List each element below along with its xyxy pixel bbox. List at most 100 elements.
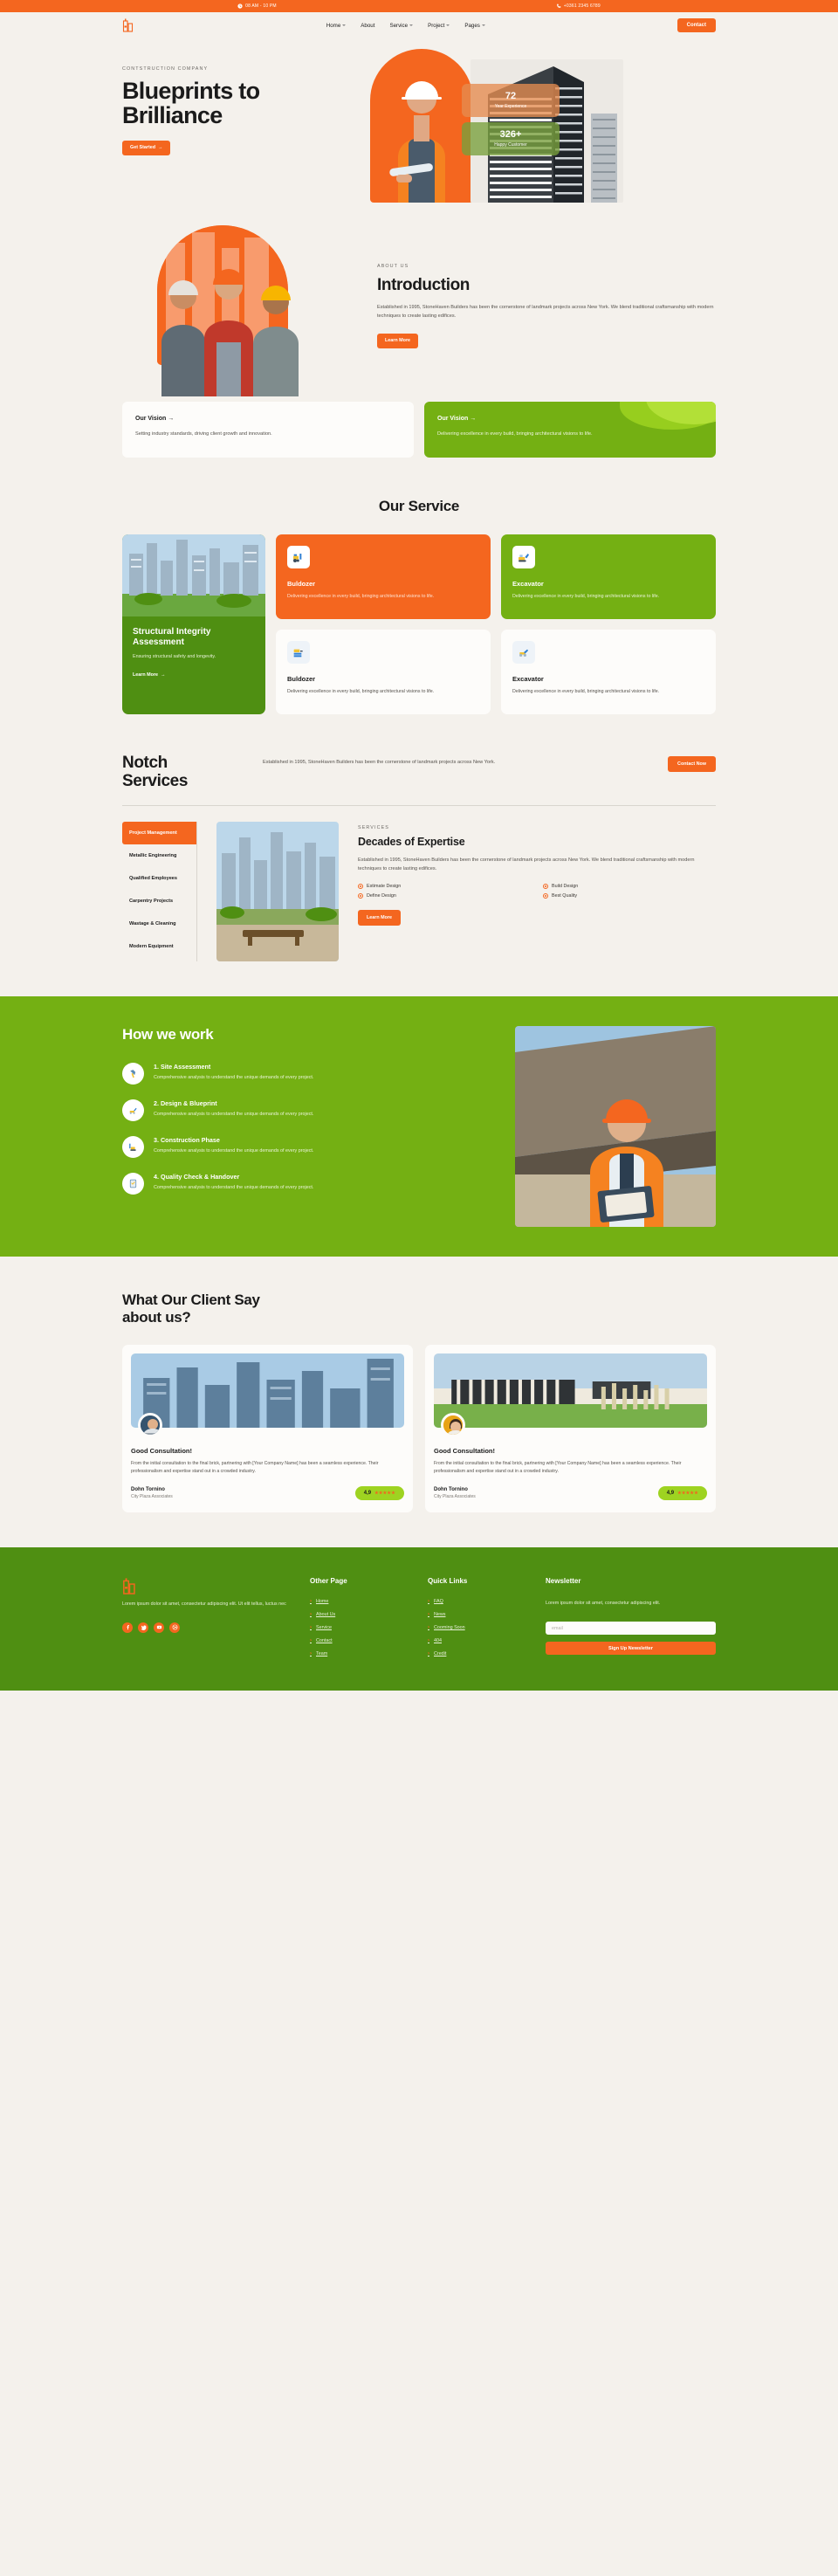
tab-project-management[interactable]: Project Management (122, 821, 196, 844)
hero-visual: 72 Year Experience 326+ Happy Customer (361, 47, 623, 204)
footer-link-team[interactable]: › Team (310, 1651, 410, 1656)
star-icons: ★★★★★ (677, 1491, 698, 1497)
facebook-icon[interactable] (122, 1622, 133, 1633)
testimonial-author: Dohn Tornino City Plaza Associates (131, 1487, 173, 1499)
footer-link-about-us[interactable]: › About Us (310, 1612, 410, 1617)
intro-learn-more-button[interactable]: Learn More (377, 333, 419, 348)
step-title: 3. Construction Phase (154, 1135, 220, 1144)
service-card-excavator-2[interactable]: Excavator Delivering excellence in every… (501, 630, 716, 714)
top-bar: 08 AM - 10 PM +0361 2345 6789 (0, 0, 838, 12)
footer-link-404[interactable]: › 404 (428, 1638, 528, 1643)
nav-item-home[interactable]: Home (326, 23, 347, 29)
notch-lead: Established in 1995, StoneHaven Builders… (263, 760, 496, 765)
building-logo[interactable] (122, 18, 134, 32)
how-steps: How we work 1. Site Assessment Comprehen… (122, 1026, 492, 1209)
stat-year-experience: 72 Year Experience (462, 84, 560, 117)
introduction-copy: ABOUT US Introduction Established in 199… (377, 225, 716, 348)
youtube-icon[interactable] (154, 1622, 164, 1633)
tab-modern-equipment[interactable]: Modern Equipment (122, 935, 196, 958)
notch-city-photo (216, 821, 339, 961)
stat-label: Happy Customer (494, 141, 527, 148)
contact-now-button[interactable]: Contact Now (668, 756, 716, 772)
notch-copy: SERVICES Decades of Expertise Establishe… (358, 822, 716, 961)
site-header: Home About Service Project Pages Contact (122, 12, 716, 38)
testimonials-title-line1: What Our Client Say (122, 1291, 260, 1308)
vision-title-text: Our Vision (135, 416, 167, 422)
twitter-icon[interactable] (138, 1622, 148, 1633)
contact-button[interactable]: Contact (677, 18, 716, 32)
tab-metallic-engineering[interactable]: Metallic Engineering (122, 844, 196, 867)
service-feature-desc: Ensuring structural safety and longevity… (133, 653, 216, 659)
how-title: How we work (122, 1025, 214, 1043)
vision-card-body: Delivering excellence in every build, br… (437, 431, 593, 437)
footer-link-label: News (434, 1612, 446, 1618)
footer-link-cooming-soon[interactable]: › Cooming Soon (428, 1625, 528, 1630)
star-icons: ★★★★★ (374, 1491, 395, 1497)
business-hours-text: 08 AM - 10 PM (245, 3, 277, 9)
hero-copy: CONTSTRUCTION COMPANY Blueprints to Bril… (122, 47, 349, 204)
get-started-button[interactable]: Get Started → (122, 140, 171, 155)
step-body: Comprehensive analysis to understand the… (154, 1111, 314, 1117)
hero-title: Blueprints to Brilliance (122, 79, 349, 128)
nav-label: About (361, 22, 375, 29)
learn-more-label: Learn More (133, 672, 159, 678)
signup-newsletter-button[interactable]: Sign Up Newsletter (546, 1642, 716, 1656)
nav-label: Pages (464, 22, 480, 29)
site-footer: Lorem ipsum dolor sit amet, consectetur … (0, 1547, 838, 1691)
footer-link-news[interactable]: › News (428, 1612, 528, 1617)
footer-link-credit[interactable]: › Credit (428, 1651, 528, 1656)
step-site-assessment: 1. Site Assessment Comprehensive analysi… (122, 1062, 492, 1085)
email-input[interactable] (546, 1622, 716, 1636)
service-card-title: Excavator (512, 675, 544, 683)
notch-learn-more-button[interactable]: Learn More (358, 910, 402, 926)
hammer-icon (122, 1062, 144, 1085)
service-card-title: Excavator (512, 580, 544, 588)
intro-eyebrow: ABOUT US (377, 264, 409, 269)
chevron-right-icon: › (310, 1599, 312, 1605)
chevron-right-icon: › (310, 1651, 312, 1657)
footer-link-label: Credit (434, 1651, 447, 1657)
service-card-buldozer-2[interactable]: Buldozer Delivering excellence in every … (276, 630, 491, 714)
testimonial-card-1: Good Consultation! From the initial cons… (122, 1344, 413, 1513)
building-logo[interactable] (122, 1578, 137, 1599)
chevron-right-icon: › (310, 1625, 312, 1631)
footer-link-contact[interactable]: › Contact (310, 1638, 410, 1643)
tab-qualified-employees[interactable]: Qualified Employees (122, 867, 196, 890)
service-card-excavator-1[interactable]: Excavator Delivering excellence in every… (501, 534, 716, 619)
tab-wastage-cleaning[interactable]: Wastage & Cleaning (122, 913, 196, 935)
checklist-icon (122, 1172, 144, 1195)
step-body: Comprehensive analysis to understand the… (154, 1184, 314, 1190)
service-feature-card[interactable]: Structural Integrity Assessment Ensuring… (122, 534, 265, 714)
phone-number[interactable]: +0361 2345 6789 (556, 3, 601, 9)
rating-badge: 4,9 ★★★★★ (657, 1486, 707, 1501)
chevron-down-icon (446, 24, 450, 26)
stat-happy-customer: 326+ Happy Customer (462, 122, 560, 155)
footer-newsletter: Newsletter Lorem ipsum dolor sit amet, c… (546, 1577, 716, 1664)
footer-link-service[interactable]: › Service (310, 1625, 410, 1630)
workers-group (161, 269, 299, 396)
tab-carpentry-projects[interactable]: Carpentry Projects (122, 890, 196, 913)
step-construction-phase: 3. Construction Phase Comprehensive anal… (122, 1135, 492, 1158)
chevron-down-icon (342, 24, 347, 26)
testimonial-author: Dohn Tornino City Plaza Associates (434, 1487, 476, 1499)
service-card-desc: Delivering excellence in every build, br… (287, 689, 435, 694)
footer-link-home[interactable]: › Home (310, 1599, 410, 1604)
dribbble-icon[interactable] (169, 1622, 180, 1633)
nav-item-project[interactable]: Project (428, 23, 450, 29)
service-feature-learn-more[interactable]: Learn More → (133, 672, 165, 678)
vision-card-2[interactable]: Our Vision → Delivering excellence in ev… (424, 402, 716, 458)
vision-card-1[interactable]: Our Vision → Setting industry standards,… (122, 402, 414, 458)
service-card-buldozer-1[interactable]: Buldozer Delivering excellence in every … (276, 534, 491, 619)
footer-link-label: Cooming Soon (434, 1625, 465, 1631)
notch-title: Notch Services (122, 754, 240, 791)
hero-title-line1: Blueprints to (122, 78, 260, 104)
chevron-down-icon (481, 24, 485, 26)
footer-link-label: Service (316, 1625, 332, 1631)
nav-item-pages[interactable]: Pages (464, 23, 485, 29)
testimonials-section: What Our Client Say about us? Good Consu… (122, 1291, 716, 1513)
divider (122, 804, 716, 806)
testimonials-title: What Our Client Say about us? (122, 1291, 716, 1327)
footer-link-faq[interactable]: › FAQ (428, 1599, 528, 1604)
nav-item-about[interactable]: About (361, 23, 374, 29)
nav-item-service[interactable]: Service (389, 23, 414, 29)
